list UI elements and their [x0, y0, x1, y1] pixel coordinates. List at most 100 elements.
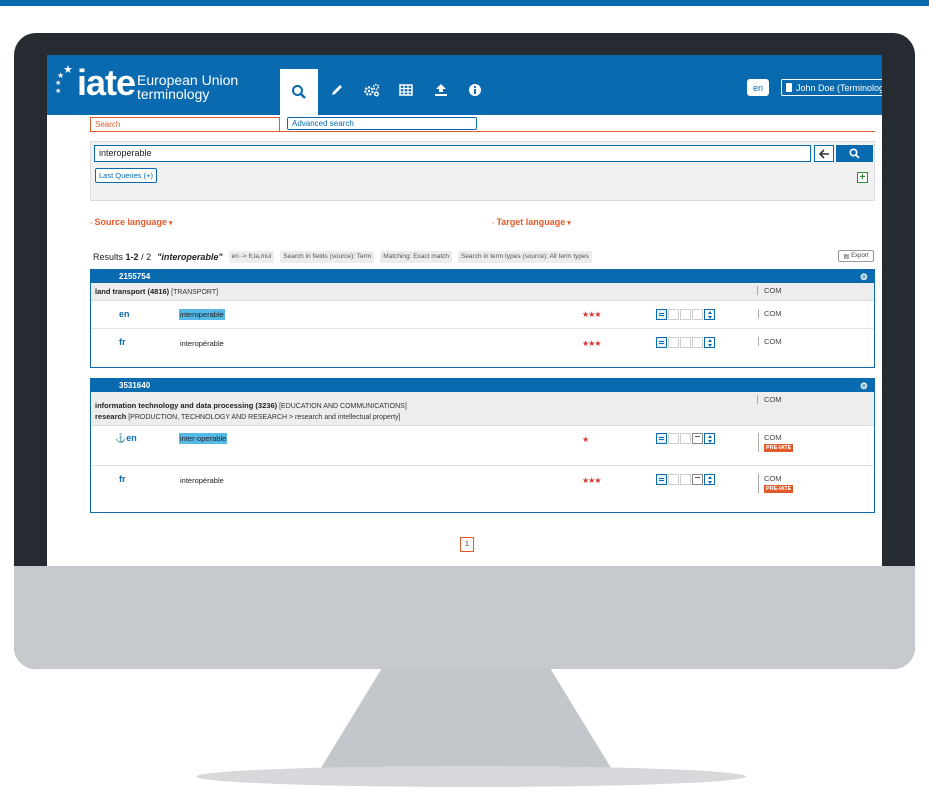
term-flags: [656, 474, 715, 485]
term-flags: [656, 337, 715, 348]
source-language-label: Source language: [94, 217, 167, 227]
context-icon: [656, 337, 667, 348]
info-icon: [469, 84, 481, 96]
spinner-icon: [704, 337, 715, 348]
back-button[interactable]: [814, 145, 834, 162]
target-language-dropdown[interactable]: ◦ Target language ▾: [492, 217, 571, 227]
domain-row: land transport (4816) [TRANSPORT] COM: [91, 283, 874, 301]
export-button[interactable]: ▤ Export: [838, 250, 874, 262]
results-query: "interoperable": [157, 252, 223, 262]
entry-header[interactable]: 3531640 ⚙: [91, 379, 874, 392]
language-selector[interactable]: en: [747, 79, 769, 96]
spinner-icon: [704, 474, 715, 485]
entry-card: 3531640 ⚙ information technology and dat…: [90, 378, 875, 513]
results-count: Results 1-2 / 2: [93, 252, 152, 262]
nav-upload-tab[interactable]: [422, 71, 460, 109]
term-text[interactable]: inter-operable: [179, 433, 228, 444]
logo-line-1: European Union: [137, 72, 239, 88]
logo-subtitle: European Union terminology: [137, 73, 238, 101]
term-flags: [656, 433, 715, 444]
term-com: COM PRE-IATE: [758, 474, 794, 493]
top-stripe: [0, 0, 929, 6]
context-icon: [656, 433, 667, 444]
term-row[interactable]: fr interopérable ★★★ COM: [91, 329, 874, 358]
search-input[interactable]: interoperable: [94, 145, 811, 162]
anchor-icon: ⚓: [115, 433, 127, 443]
user-menu-button[interactable]: John Doe (Terminologist): [781, 79, 882, 96]
app-header: ★ ★ ★ ★ iate European Union terminology: [47, 55, 882, 115]
entry-card: 2155754 ⚙ land transport (4816) [TRANSPO…: [90, 269, 875, 368]
reliability-stars: ★★★: [582, 476, 601, 485]
term-com: COM PRE-IATE: [758, 433, 794, 452]
domain-name: research: [95, 412, 127, 421]
user-icon: [786, 83, 792, 92]
domain-name: information technology and data processi…: [95, 401, 278, 410]
nav-table-tab[interactable]: [387, 71, 425, 109]
upload-icon: [435, 84, 447, 96]
user-name: John Doe (Terminologist): [795, 82, 882, 93]
logo-wordmark[interactable]: iate: [77, 63, 136, 103]
filter-chip: Search in term types (source): All term …: [457, 251, 592, 263]
nav-manage-tab[interactable]: [353, 71, 391, 109]
export-label: Export: [851, 253, 869, 259]
search-button[interactable]: [836, 145, 873, 162]
reliability-stars: ★★★: [582, 310, 601, 319]
nav-info-tab[interactable]: [456, 71, 494, 109]
last-queries-button[interactable]: Last Queries (+): [95, 168, 157, 183]
note-icon: [692, 474, 703, 485]
domain-row: information technology and data processi…: [91, 392, 874, 426]
pagination-page[interactable]: 1: [460, 537, 474, 552]
results-summary: Results 1-2 / 2 "interoperable" en -> fr…: [93, 250, 592, 264]
tab-advanced-search[interactable]: Advanced search: [287, 117, 477, 130]
pre-iate-badge: PRE-IATE: [764, 444, 794, 452]
domain-name: land transport (4816): [95, 287, 170, 296]
term-row[interactable]: ⚓en inter-operable ★ COM PRE-IATE: [91, 426, 874, 466]
term-text[interactable]: interopérable: [179, 338, 225, 349]
target-language-label: Target language: [496, 217, 566, 227]
pre-iate-badge: PRE-IATE: [764, 485, 794, 493]
domain-path: [EDUCATION AND COMMUNICATIONS]: [279, 403, 407, 410]
search-icon: [292, 85, 306, 99]
search-icon: [849, 148, 860, 159]
term-flags: [656, 309, 715, 320]
monitor-frame: ★ ★ ★ ★ iate European Union terminology: [14, 33, 915, 669]
nav-edit-tab[interactable]: [318, 71, 356, 109]
entry-id: 3531640: [119, 381, 151, 390]
source-language-dropdown[interactable]: ◦ Source language ▾: [90, 217, 172, 227]
term-language: fr: [119, 337, 126, 347]
filter-chip: Matching: Exact match: [380, 251, 452, 263]
spinner-icon: [704, 433, 715, 444]
screen: ★ ★ ★ ★ iate European Union terminology: [47, 55, 882, 566]
domain-com: COM: [757, 286, 782, 295]
tab-search[interactable]: Search: [90, 117, 280, 131]
monitor-stand: [316, 668, 616, 776]
search-panel: interoperable Last Queries (+) +: [90, 141, 875, 201]
logo-line-2: terminology: [137, 86, 210, 102]
tab-divider: [90, 131, 875, 132]
filter-chip: en -> fr,la,mul: [228, 251, 275, 263]
gears-icon: [364, 83, 380, 97]
nav-search-tab[interactable]: [280, 69, 318, 115]
reliability-stars: ★: [582, 435, 589, 444]
reliability-stars: ★★★: [582, 339, 601, 348]
domain-path: [TRANSPORT]: [171, 289, 219, 296]
context-icon: [656, 309, 667, 320]
export-icon: ▤: [843, 253, 850, 260]
filter-chip: Search in fields (source): Term: [280, 251, 375, 263]
domain-path: [PRODUCTION, TECHNOLOGY AND RESEARCH > r…: [128, 414, 401, 421]
term-language: ⚓en: [115, 433, 137, 443]
term-text[interactable]: interopérable: [179, 475, 225, 486]
term-com: COM: [758, 337, 782, 346]
add-filter-button[interactable]: +: [857, 172, 868, 183]
monitor-base: [196, 766, 746, 787]
entry-id: 2155754: [119, 272, 151, 281]
context-icon: [656, 474, 667, 485]
table-icon: [399, 84, 413, 96]
term-text[interactable]: interoperable: [179, 309, 225, 320]
note-icon: [692, 433, 703, 444]
term-row[interactable]: en interoperable ★★★ COM: [91, 301, 874, 329]
monitor-chin: [14, 566, 915, 669]
term-row[interactable]: fr interopérable ★★★ COM PRE-IATE: [91, 466, 874, 513]
entry-header[interactable]: 2155754 ⚙: [91, 270, 874, 283]
term-language: fr: [119, 474, 126, 484]
